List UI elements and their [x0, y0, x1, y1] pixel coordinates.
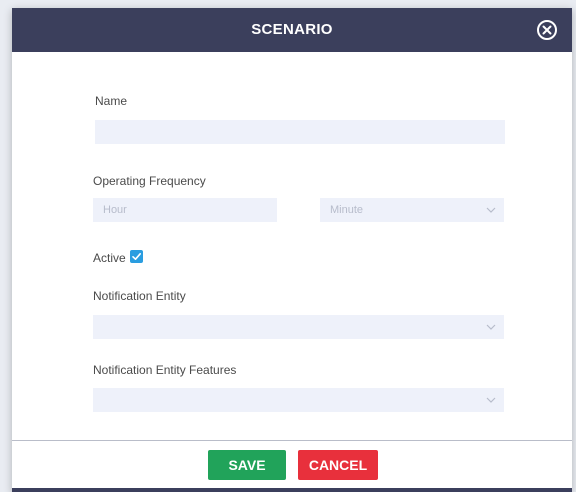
save-button[interactable]: SAVE	[208, 450, 286, 480]
active-label: Active	[93, 251, 126, 265]
hour-input[interactable]	[93, 198, 277, 222]
cancel-button[interactable]: CANCEL	[298, 450, 378, 480]
notification-entity-label: Notification Entity	[93, 289, 186, 303]
active-checkbox[interactable]	[130, 250, 143, 263]
checkmark-icon	[132, 252, 141, 260]
chevron-down-icon	[486, 207, 496, 213]
name-input[interactable]	[95, 120, 505, 144]
chevron-down-icon	[486, 397, 496, 403]
modal-body: Name Operating Frequency Minute Active N…	[18, 52, 566, 440]
close-circle-icon	[537, 20, 557, 40]
operating-frequency-label: Operating Frequency	[93, 174, 206, 188]
minute-select-value: Minute	[330, 204, 364, 216]
notification-entity-features-select[interactable]	[93, 388, 504, 412]
minute-select[interactable]: Minute	[320, 198, 504, 222]
modal-header: SCENARIO	[12, 8, 572, 52]
notification-entity-features-label: Notification Entity Features	[93, 363, 237, 377]
modal-title: SCENARIO	[251, 21, 333, 38]
close-button[interactable]	[536, 19, 558, 41]
scenario-modal: SCENARIO Name Operating Frequency Minute…	[12, 8, 572, 492]
modal-footer: SAVE CANCEL	[12, 441, 572, 492]
modal-bottom-bar	[12, 488, 572, 492]
notification-entity-select[interactable]	[93, 315, 504, 339]
chevron-down-icon	[486, 324, 496, 330]
name-label: Name	[95, 94, 128, 108]
